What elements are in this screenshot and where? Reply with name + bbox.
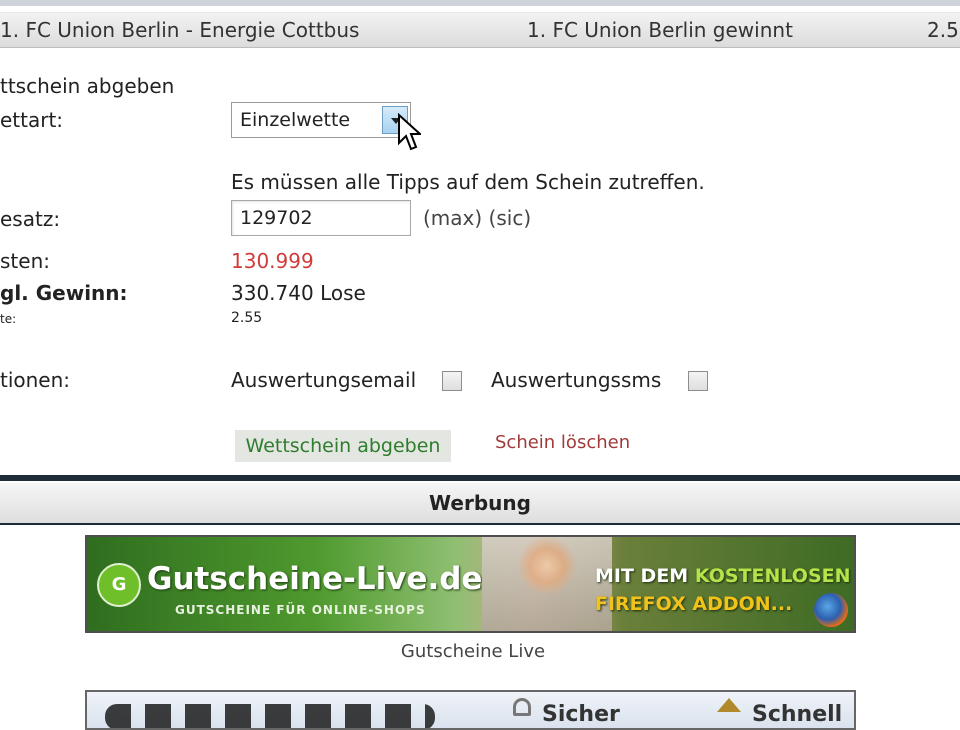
section-separator <box>0 475 960 481</box>
delete-slip-link[interactable]: Schein löschen <box>495 432 630 453</box>
ads-header: Werbung <box>0 483 960 525</box>
mouse-cursor-icon <box>398 113 421 151</box>
firefox-icon <box>814 593 848 627</box>
banner-cta-prefix: MIT DEM <box>595 565 695 587</box>
bet-hint: Es müssen alle Tipps auf dem Schein zutr… <box>231 170 705 194</box>
stake-label: esatz: <box>0 207 61 231</box>
match-row: 1. FC Union Berlin - Energie Cottbus 1. … <box>0 12 960 48</box>
cost-value: 130.999 <box>231 249 314 273</box>
top-border <box>0 0 960 6</box>
options-label: tionen: <box>0 368 71 392</box>
match-teams: 1. FC Union Berlin - Energie Cottbus <box>0 18 360 42</box>
banner-cta-highlight: KOSTENLOSEN <box>694 565 851 587</box>
banner-cta-line1: MIT DEM KOSTENLOSEN <box>595 565 851 587</box>
win-label: gl. Gewinn: <box>0 281 128 305</box>
quote-label: te: <box>0 312 17 326</box>
banner2-item-sicher: Sicher <box>542 702 620 727</box>
bet-type-value: Einzelwette <box>240 109 351 131</box>
option-sms-label: Auswertungssms <box>491 368 662 392</box>
match-tip: 1. FC Union Berlin gewinnt <box>527 18 793 42</box>
stake-input[interactable]: 129702 <box>231 200 411 236</box>
option-email-label: Auswertungsemail <box>231 368 417 392</box>
banner-caption[interactable]: Gutscheine Live <box>0 641 946 662</box>
banner2-item-schnell: Schnell <box>752 702 843 727</box>
bet-type-select[interactable]: Einzelwette <box>231 102 411 138</box>
lock-icon <box>513 698 531 716</box>
ad-banner-second[interactable]: Sicher Schnell <box>85 690 856 730</box>
banner-title: Gutscheine-Live.de <box>147 561 483 597</box>
option-email-checkbox[interactable] <box>442 371 462 391</box>
banner2-logo <box>105 704 435 728</box>
cost-label: sten: <box>0 249 50 273</box>
bet-type-label: ettart: <box>0 108 64 132</box>
win-value: 330.740 Lose <box>231 281 366 305</box>
submit-bet-button[interactable]: Wettschein abgeben <box>235 430 451 462</box>
stake-note: (max) (sic) <box>423 206 532 230</box>
banner-logo: G <box>97 563 141 607</box>
match-odds: 2.5 <box>927 18 959 42</box>
banner-subtitle: GUTSCHEINE FÜR ONLINE-SHOPS <box>175 603 426 617</box>
banner-cta-line2: FIREFOX ADDON... <box>595 593 793 615</box>
house-icon <box>717 698 741 712</box>
quote-value: 2.55 <box>231 310 263 326</box>
form-heading: ttschein abgeben <box>0 74 175 98</box>
option-sms-checkbox[interactable] <box>688 371 708 391</box>
ad-banner-gutscheine[interactable]: G Gutscheine-Live.de GUTSCHEINE FÜR ONLI… <box>85 535 856 633</box>
banner-person-image <box>482 537 612 631</box>
